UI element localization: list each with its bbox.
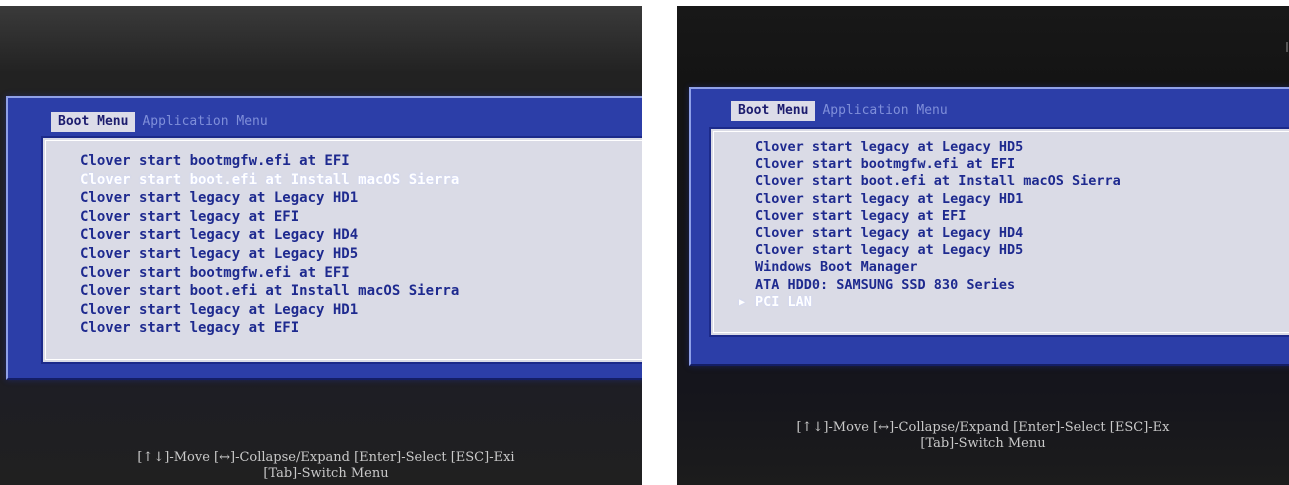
- key-help-line-1: [↑↓]-Move [↔]-Collapse/Expand [Enter]-Se…: [137, 450, 515, 465]
- boot-menu-window: Boot Menu Application Menu Clover start …: [6, 96, 642, 380]
- key-help-line-2: [Tab]-Switch Menu: [263, 466, 389, 481]
- boot-entry[interactable]: Clover start boot.efi at Install macOS S…: [80, 282, 459, 301]
- boot-entry-list: Clover start bootmgfw.efi at EFI Clover s…: [80, 152, 459, 338]
- boot-entry[interactable]: Clover start bootmgfw.efi at EFI: [755, 156, 1121, 173]
- boot-entry-label: Clover start legacy at Legacy HD5: [755, 242, 1024, 259]
- boot-entry-label: Clover start boot.efi at Install macOS S…: [80, 171, 460, 188]
- boot-entry-label: Clover start legacy at Legacy HD4: [80, 227, 359, 244]
- boot-entry-label: Clover start legacy at Legacy HD1: [80, 190, 359, 207]
- tab-boot-menu[interactable]: Boot Menu: [51, 112, 136, 132]
- boot-entry[interactable]: Clover start legacy at Legacy HD5: [755, 242, 1121, 259]
- boot-entry[interactable]: Clover start bootmgfw.efi at EFI: [80, 264, 459, 283]
- boot-entry[interactable]: Clover start legacy at EFI: [80, 319, 459, 338]
- key-help-line-1: [↑↓]-Move [↔]-Collapse/Expand [Enter]-Se…: [796, 420, 1170, 435]
- boot-entry[interactable]: Clover start legacy at Legacy HD1: [80, 301, 459, 320]
- tab-application-menu[interactable]: Application Menu: [135, 112, 274, 132]
- boot-entry-label: Clover start legacy at EFI: [755, 207, 967, 224]
- boot-entry-label: PCI LAN: [755, 293, 812, 310]
- boot-entry-label: Windows Boot Manager: [755, 259, 918, 276]
- key-help-footer: [↑↓]-Move [↔]-Collapse/Expand [Enter]-Se…: [677, 420, 1289, 452]
- boot-entry-label: Clover start boot.efi at Install macOS S…: [755, 173, 1121, 190]
- boot-entry-label: Clover start legacy at Legacy HD1: [755, 190, 1024, 207]
- edge-mark: [1286, 42, 1288, 52]
- boot-entry-label: Clover start legacy at Legacy HD5: [755, 139, 1024, 155]
- boot-entry-label: Clover start bootmgfw.efi at EFI: [80, 153, 350, 169]
- boot-entry[interactable]: Clover start legacy at Legacy HD5: [755, 139, 1121, 156]
- boot-entry-label: Clover start legacy at Legacy HD5: [80, 245, 359, 262]
- tab-boot-menu[interactable]: Boot Menu: [731, 101, 816, 121]
- boot-entry-label: Clover start legacy at Legacy HD4: [755, 224, 1024, 241]
- key-help-line-2: [Tab]-Switch Menu: [920, 436, 1046, 451]
- boot-entry[interactable]: ▶ PCI LAN: [739, 293, 1121, 311]
- boot-entry[interactable]: Clover start legacy at EFI: [755, 208, 1121, 225]
- boot-entry-label: Clover start bootmgfw.efi at EFI: [755, 156, 1016, 173]
- boot-entry-list: Clover start legacy at Legacy HD5 Clover …: [739, 139, 1121, 311]
- boot-entry[interactable]: Windows Boot Manager: [755, 259, 1121, 276]
- boot-entry[interactable]: Clover start legacy at Legacy HD5: [80, 245, 459, 264]
- boot-entry-list-box: Clover start legacy at Legacy HD5 Clover …: [709, 127, 1289, 337]
- menu-tabs: Boot Menu Application Menu: [51, 112, 275, 132]
- boot-entry[interactable]: Clover start bootmgfw.efi at EFI: [80, 152, 459, 171]
- boot-entry[interactable]: Clover start legacy at Legacy HD4: [755, 225, 1121, 242]
- boot-entry[interactable]: ATA HDD0: SAMSUNG SSD 830 Series: [755, 277, 1121, 294]
- boot-menu-window: Boot Menu Application Menu Clover start …: [689, 87, 1289, 366]
- boot-entry-list-box: Clover start bootmgfw.efi at EFI Clover s…: [41, 136, 642, 364]
- boot-entry[interactable]: Clover start legacy at Legacy HD1: [755, 191, 1121, 208]
- boot-entry[interactable]: Clover start legacy at Legacy HD4: [80, 226, 459, 245]
- boot-entry-label: Clover start bootmgfw.efi at EFI: [80, 264, 350, 281]
- selection-arrow-icon: ▶: [739, 296, 746, 308]
- boot-entry-label: ATA HDD0: SAMSUNG SSD 830 Series: [755, 276, 1016, 293]
- left-boot-screen-photo: Boot Menu Application Menu Clover start …: [0, 6, 642, 485]
- boot-entry[interactable]: Clover start boot.efi at Install macOS S…: [80, 171, 459, 190]
- menu-tabs: Boot Menu Application Menu: [731, 101, 955, 121]
- boot-entry-label: Clover start legacy at Legacy HD1: [80, 301, 359, 318]
- boot-entry-label: Clover start boot.efi at Install macOS S…: [80, 283, 460, 300]
- right-boot-screen-photo: Boot Menu Application Menu Clover start …: [677, 6, 1289, 485]
- tab-application-menu[interactable]: Application Menu: [815, 101, 954, 121]
- boot-entry-label: Clover start legacy at EFI: [80, 320, 300, 337]
- key-help-footer: [↑↓]-Move [↔]-Collapse/Expand [Enter]-Se…: [10, 450, 642, 482]
- boot-entry[interactable]: Clover start boot.efi at Install macOS S…: [755, 173, 1121, 190]
- boot-entry[interactable]: Clover start legacy at Legacy HD1: [80, 189, 459, 208]
- boot-entry-label: Clover start legacy at EFI: [80, 208, 300, 225]
- boot-entry[interactable]: Clover start legacy at EFI: [80, 208, 459, 227]
